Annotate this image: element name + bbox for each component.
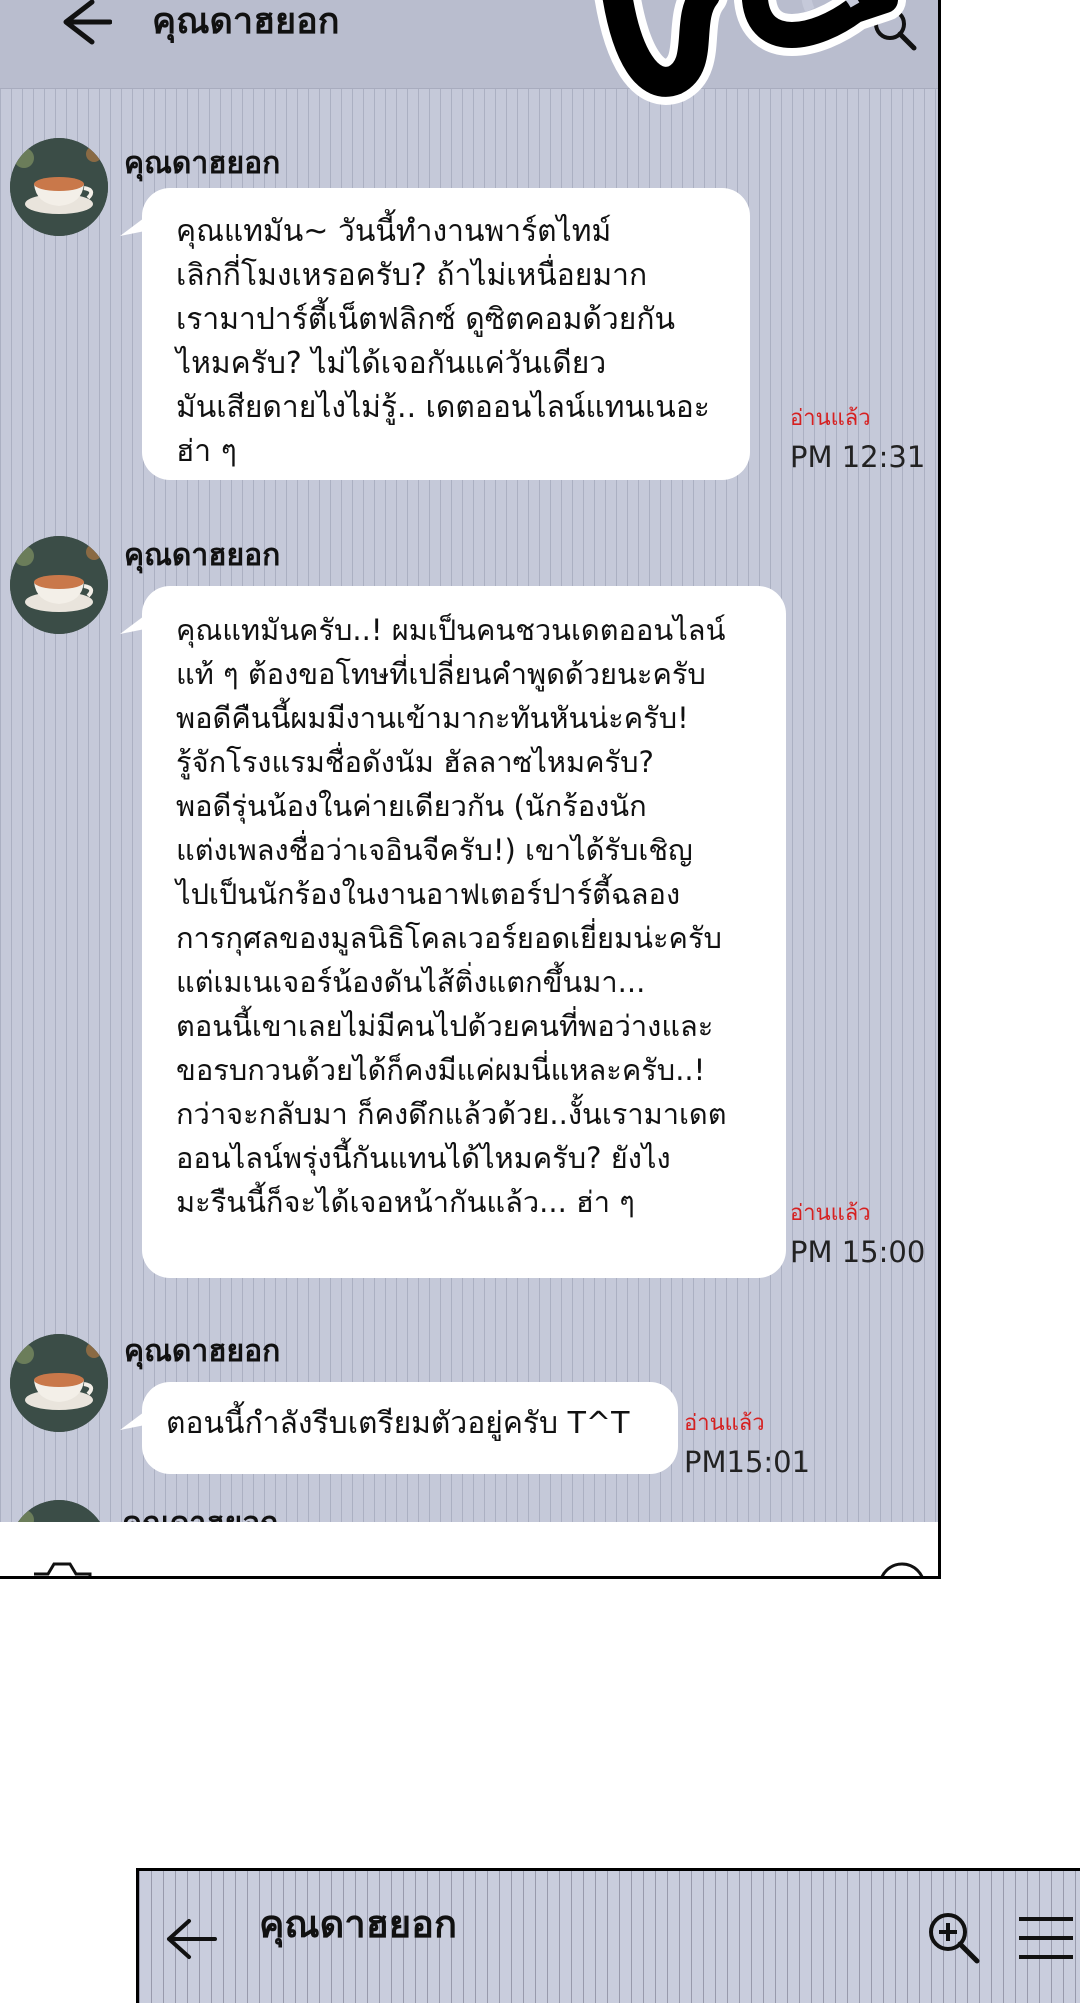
message-line: กว่าจะกลับมา ก็คงดึกแล้วด้วย..งั้นเรามาเ… — [176, 1097, 727, 1131]
message-line: ออนไลน์พรุ่งนี้กันแทนได้ไหมครับ? ยังไง — [176, 1141, 671, 1175]
read-receipt: อ่านแล้ว — [684, 1411, 765, 1436]
message-line: ไปเป็นนักร้องในงานอาฟเตอร์ปาร์ตี้ฉลอง — [176, 877, 681, 911]
avatar[interactable] — [10, 536, 108, 634]
zoom-in-icon[interactable] — [870, 4, 918, 52]
message-line: คุณแทมันครับ..! ผมเป็นคนชวนเดตออนไลน์ — [176, 613, 726, 647]
message-line: ตอนนี้กำลังรีบเตรียมตัวอยู่ครับ T^T — [166, 1406, 630, 1441]
menu-icon[interactable] — [1017, 1915, 1073, 1961]
message-line: แต่งเพลงชื่อว่าเจอินจีครับ!) เขาได้รับเช… — [176, 833, 693, 867]
avatar-teacup-image — [10, 138, 108, 236]
message-line: มันเสียดายไงไม่รู้.. เดตออนไลน์แทนเนอะ — [176, 390, 710, 425]
avatar[interactable] — [10, 1334, 108, 1432]
sender-name: คุณดาฮยอก — [124, 1334, 281, 1369]
zoom-in-icon[interactable] — [925, 1909, 981, 1965]
message-bubble: คุณแทมันครับ..! ผมเป็นคนชวนเดตออนไลน์ แท… — [120, 586, 786, 1278]
message-time: PM15:01 — [684, 1445, 811, 1479]
message-line: การกุศลของมูลนิธิโคลเวอร์ยอดเยี่ยมน่ะครั… — [176, 921, 722, 955]
chat-title: คุณดาฮยอก — [152, 1, 340, 42]
chat-header: คุณดาฮยอก — [0, 0, 938, 89]
next-chat-panel: คุณดาฮยอก — [136, 1868, 1080, 2003]
chat-title: คุณดาฮยอก — [259, 1902, 457, 1946]
camera-icon[interactable] — [30, 1560, 94, 1579]
bubble-tail — [120, 1400, 160, 1430]
bubble-tail — [120, 206, 160, 236]
message-time: PM 15:00 — [790, 1235, 926, 1269]
message-line: แต่เมเนเจอร์น้องดันไส้ติ่งแตกขึ้นมา... — [176, 965, 646, 999]
message-line: ฮ่า ๆ — [176, 434, 237, 469]
message-line: พอดีรุ่นน้องในค่ายเดียวกัน (นักร้องนัก — [176, 789, 647, 823]
message-line: ไหมครับ? ไม่ได้เจอกันแค่วันเดียว — [176, 346, 607, 381]
avatar-teacup-image — [10, 536, 108, 634]
read-receipt: อ่านแล้ว — [790, 406, 871, 431]
message-line: รู้จักโรงแรมชื่อดังนัม ฮัลลาซไหมครับ? — [176, 745, 654, 779]
sender-name: คุณดาฮยอก — [124, 538, 281, 573]
message-line: มะรืนนี้ก็จะได้เจอหน้ากันแล้ว... ฮ่า ๆ — [176, 1185, 635, 1219]
message-bubble: ตอนนี้กำลังรีบเตรียมตัวอยู่ครับ T^T — [120, 1382, 678, 1474]
message-line: แท้ ๆ ต้องขอโทษที่เปลี่ยนคำพูดด้วยนะครับ — [176, 657, 706, 691]
message-line: พอดีคืนนี้ผมมีงานเข้ามากะทันหันน่ะครับ! — [176, 701, 689, 735]
message-line: ขอรบกวนด้วยได้ก็คงมีแค่ผมนี่แหละครับ..! — [176, 1053, 706, 1087]
avatar-teacup-image — [10, 1334, 108, 1432]
bubble-tail — [120, 604, 160, 634]
sender-name: คุณดาฮยอก — [124, 146, 281, 181]
emoji-icon[interactable] — [876, 1560, 928, 1579]
message-input-bar[interactable] — [0, 1522, 938, 1576]
message-time: PM 12:31 — [790, 440, 926, 474]
message-line: คุณแทมัน~ วันนี้ทำงานพาร์ตไทม์ — [176, 214, 612, 249]
back-arrow-icon[interactable] — [52, 0, 112, 52]
message-line: เรามาปาร์ตี้เน็ตฟลิกซ์ ดูซิตคอมด้วยกัน — [176, 302, 676, 337]
message-line: ตอนนี้เขาเลยไม่มีคนไปด้วยคนที่พอว่างและ — [176, 1009, 714, 1043]
back-arrow-icon[interactable] — [165, 1915, 217, 1963]
chat-panel: คุณดาฮยอก คุณดาฮยอก คุณแทมัน~ วันนี้ทำงา… — [0, 0, 941, 1579]
read-receipt: อ่านแล้ว — [790, 1201, 871, 1226]
message-line: เลิกกี่โมงเหรอครับ? ถ้าไม่เหนื่อยมาก — [176, 258, 648, 293]
avatar[interactable] — [10, 138, 108, 236]
message-bubble: คุณแทมัน~ วันนี้ทำงานพาร์ตไทม์ เลิกกี่โม… — [120, 188, 750, 480]
